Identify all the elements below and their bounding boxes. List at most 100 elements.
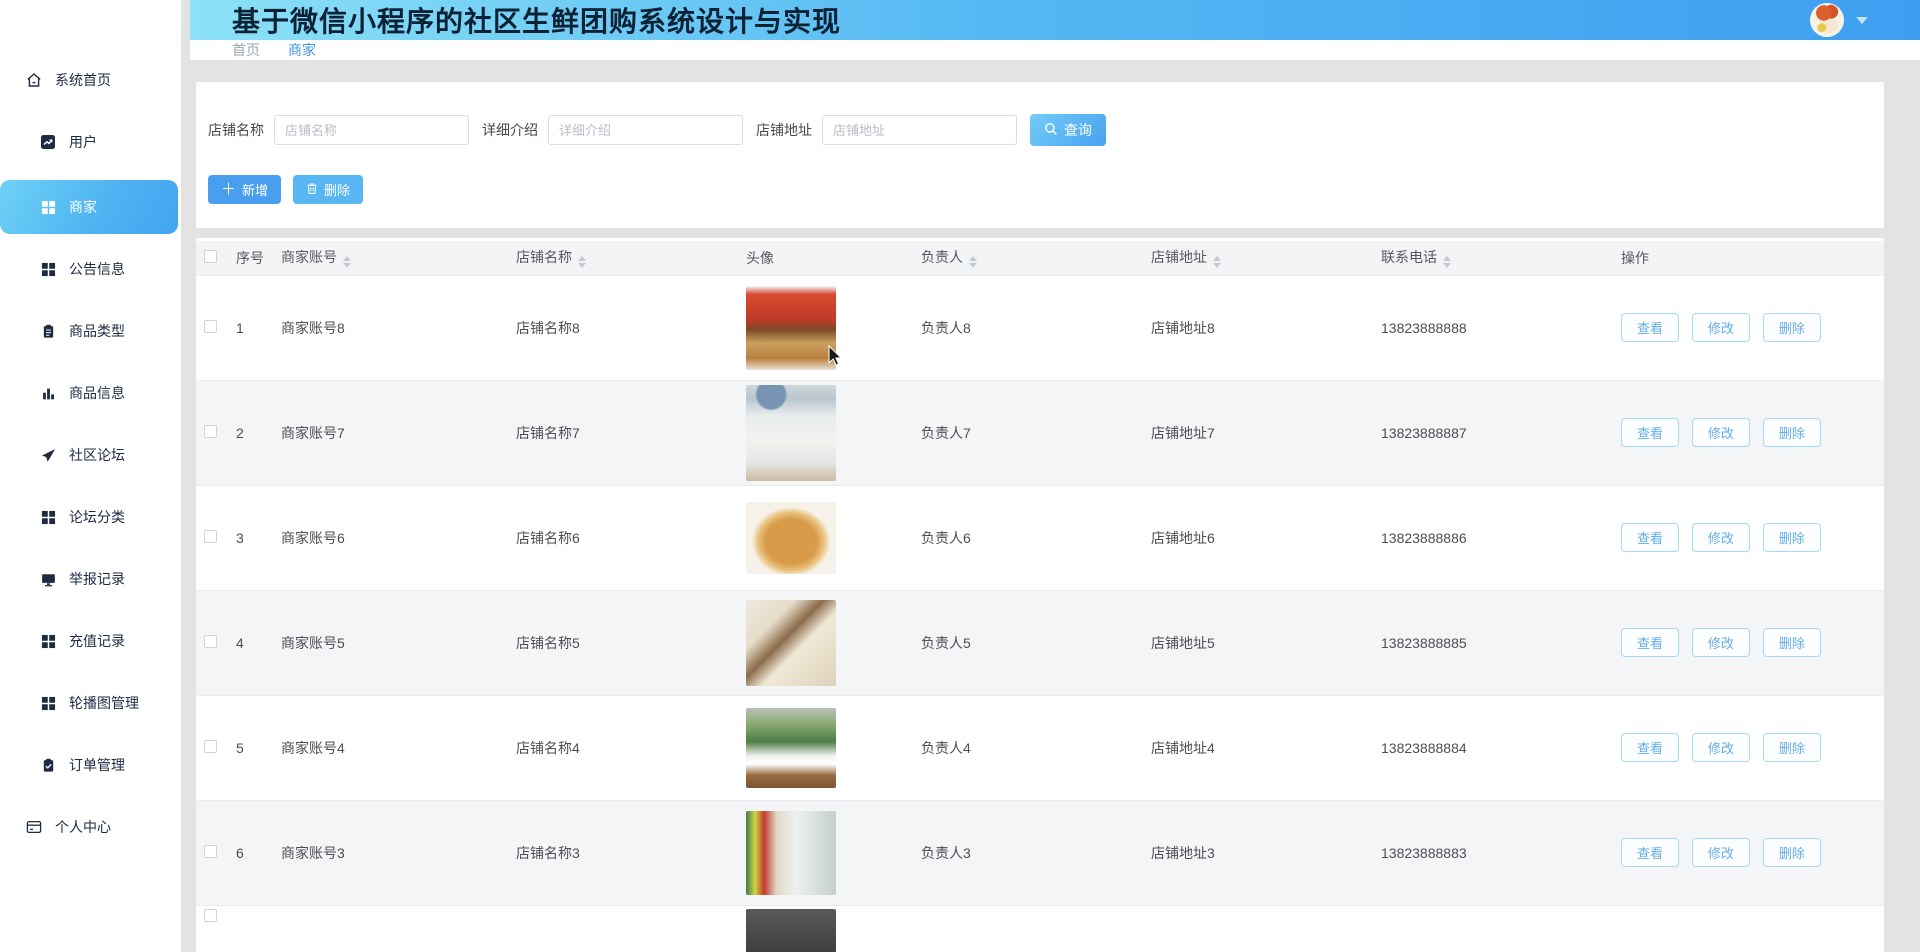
breadcrumb-current[interactable]: 商家 xyxy=(288,40,316,60)
row-checkbox[interactable] xyxy=(204,529,217,543)
cell-address: 店铺地址3 xyxy=(1151,799,1381,905)
cell-shop-name: 店铺名称8 xyxy=(516,274,746,380)
row-checkbox[interactable] xyxy=(204,634,217,648)
sidebar-item-announcements[interactable]: 公告信息 xyxy=(0,245,181,293)
cell-index: 4 xyxy=(236,589,281,695)
cell-index: 1 xyxy=(236,274,281,380)
col-header-account[interactable]: 商家账号 xyxy=(281,241,516,275)
paper-plane-icon xyxy=(40,447,56,463)
cell-address: 店铺地址6 xyxy=(1151,484,1381,590)
grid-icon xyxy=(40,633,56,649)
edit-button[interactable]: 修改 xyxy=(1691,418,1750,447)
edit-button[interactable]: 修改 xyxy=(1691,838,1750,867)
delete-button[interactable]: 删除 xyxy=(1762,418,1821,447)
breadcrumb-home[interactable]: 首页 xyxy=(232,40,260,60)
cell-address: 店铺地址7 xyxy=(1151,379,1381,485)
sidebar-item-label: 公告信息 xyxy=(69,261,125,277)
cell-account: 商家账号8 xyxy=(281,274,516,380)
sidebar-item-forum-categories[interactable]: 论坛分类 xyxy=(0,493,181,541)
delete-button[interactable]: 删除 xyxy=(1762,313,1821,342)
cell-account: 商家账号3 xyxy=(281,799,516,905)
sidebar-item-merchants[interactable]: 商家 xyxy=(0,180,178,234)
grid-icon xyxy=(40,509,56,525)
cell-manager: 负责人8 xyxy=(921,274,1151,380)
col-header-actions: 操作 xyxy=(1621,241,1884,275)
cell-address: 店铺地址8 xyxy=(1151,274,1381,380)
edit-button[interactable]: 修改 xyxy=(1691,733,1750,762)
sort-icon[interactable] xyxy=(1213,256,1221,269)
sidebar-item-system-home[interactable]: 系统首页 xyxy=(0,56,181,104)
sidebar-item-product-info[interactable]: 商品信息 xyxy=(0,369,181,417)
batch-delete-button[interactable]: 删除 xyxy=(293,175,364,204)
cell-account: 商家账号6 xyxy=(281,484,516,590)
row-checkbox[interactable] xyxy=(204,844,217,858)
delete-button[interactable]: 删除 xyxy=(1762,733,1821,762)
row-checkbox[interactable] xyxy=(204,908,217,922)
view-button[interactable]: 查看 xyxy=(1621,838,1680,867)
view-button[interactable]: 查看 xyxy=(1621,628,1680,657)
sidebar-item-users[interactable]: 用户 xyxy=(0,118,181,166)
view-button[interactable]: 查看 xyxy=(1621,523,1680,552)
col-header-shop-name[interactable]: 店铺名称 xyxy=(516,241,746,275)
sidebar-item-report-records[interactable]: 举报记录 xyxy=(0,555,181,603)
table-row: 6 商家账号3 店铺名称3 负责人3 店铺地址3 13823888883 查看 … xyxy=(196,799,1884,905)
edit-button[interactable]: 修改 xyxy=(1691,628,1750,657)
row-checkbox[interactable] xyxy=(204,424,217,438)
row-checkbox[interactable] xyxy=(204,739,217,753)
delete-button[interactable]: 删除 xyxy=(1762,838,1821,867)
edit-button[interactable]: 修改 xyxy=(1691,313,1750,342)
cell-index: 2 xyxy=(236,379,281,485)
sidebar-item-label: 充值记录 xyxy=(69,633,125,649)
sidebar-item-personal-center[interactable]: 个人中心 xyxy=(0,803,181,851)
table-row: 3 商家账号6 店铺名称6 负责人6 店铺地址6 13823888886 查看 … xyxy=(196,484,1884,590)
chevron-down-icon[interactable] xyxy=(1856,16,1868,24)
merchant-avatar-image xyxy=(746,285,836,370)
table-row: 5 商家账号4 店铺名称4 负责人4 店铺地址4 13823888884 查看 … xyxy=(196,694,1884,800)
cell-phone: 13823888887 xyxy=(1381,379,1621,485)
add-button[interactable]: ＋ 新增 xyxy=(208,175,282,204)
user-menu[interactable] xyxy=(1810,3,1868,37)
sidebar-item-label: 社区论坛 xyxy=(69,447,125,463)
col-header-address[interactable]: 店铺地址 xyxy=(1151,241,1381,275)
sort-icon[interactable] xyxy=(578,256,586,269)
top-header: 基于微信小程序的社区生鲜团购系统设计与实现 xyxy=(190,0,1920,40)
user-avatar[interactable] xyxy=(1810,3,1844,37)
cell-index: 6 xyxy=(236,799,281,905)
view-button[interactable]: 查看 xyxy=(1621,733,1680,762)
view-button[interactable]: 查看 xyxy=(1621,313,1680,342)
cell-manager: 负责人5 xyxy=(921,589,1151,695)
cell-shop-name: 店铺名称4 xyxy=(516,694,746,800)
delete-button[interactable]: 删除 xyxy=(1762,628,1821,657)
grid-icon xyxy=(40,261,56,277)
cell-address: 店铺地址4 xyxy=(1151,694,1381,800)
select-all-checkbox[interactable] xyxy=(204,249,217,263)
merchant-avatar-image xyxy=(746,707,836,788)
sort-icon[interactable] xyxy=(969,256,977,269)
content-area: 店铺名称 详细介绍 店铺地址 查询 xyxy=(190,60,1920,952)
row-checkbox[interactable] xyxy=(204,319,217,333)
field-shop-name: 店铺名称 xyxy=(208,115,469,145)
sort-icon[interactable] xyxy=(1443,256,1451,269)
window-card-icon xyxy=(26,819,42,835)
shop-name-input[interactable] xyxy=(274,115,469,145)
sidebar-item-community-forum[interactable]: 社区论坛 xyxy=(0,431,181,479)
sidebar-item-carousel-management[interactable]: 轮播图管理 xyxy=(0,679,181,727)
merchants-table-panel: 序号 商家账号 店铺名称 头像 负责人 店铺地址 联系电话 操作 1 商家账号8… xyxy=(196,238,1884,952)
sidebar-item-order-management[interactable]: 订单管理 xyxy=(0,741,181,789)
col-header-manager[interactable]: 负责人 xyxy=(921,241,1151,275)
shop-address-input[interactable] xyxy=(822,115,1017,145)
cell-phone: 13823888884 xyxy=(1381,694,1621,800)
sidebar-item-recharge-records[interactable]: 充值记录 xyxy=(0,617,181,665)
edit-button[interactable]: 修改 xyxy=(1691,523,1750,552)
col-header-avatar: 头像 xyxy=(746,241,921,275)
description-input[interactable] xyxy=(548,115,743,145)
delete-button[interactable]: 删除 xyxy=(1762,523,1821,552)
query-button[interactable]: 查询 xyxy=(1030,114,1106,146)
cell-phone xyxy=(1381,904,1621,952)
view-button[interactable]: 查看 xyxy=(1621,418,1680,447)
merchant-avatar-image xyxy=(746,810,836,895)
col-header-phone[interactable]: 联系电话 xyxy=(1381,241,1621,275)
monitor-icon xyxy=(40,571,56,587)
sidebar-item-product-types[interactable]: 商品类型 xyxy=(0,307,181,355)
sort-icon[interactable] xyxy=(343,256,351,269)
